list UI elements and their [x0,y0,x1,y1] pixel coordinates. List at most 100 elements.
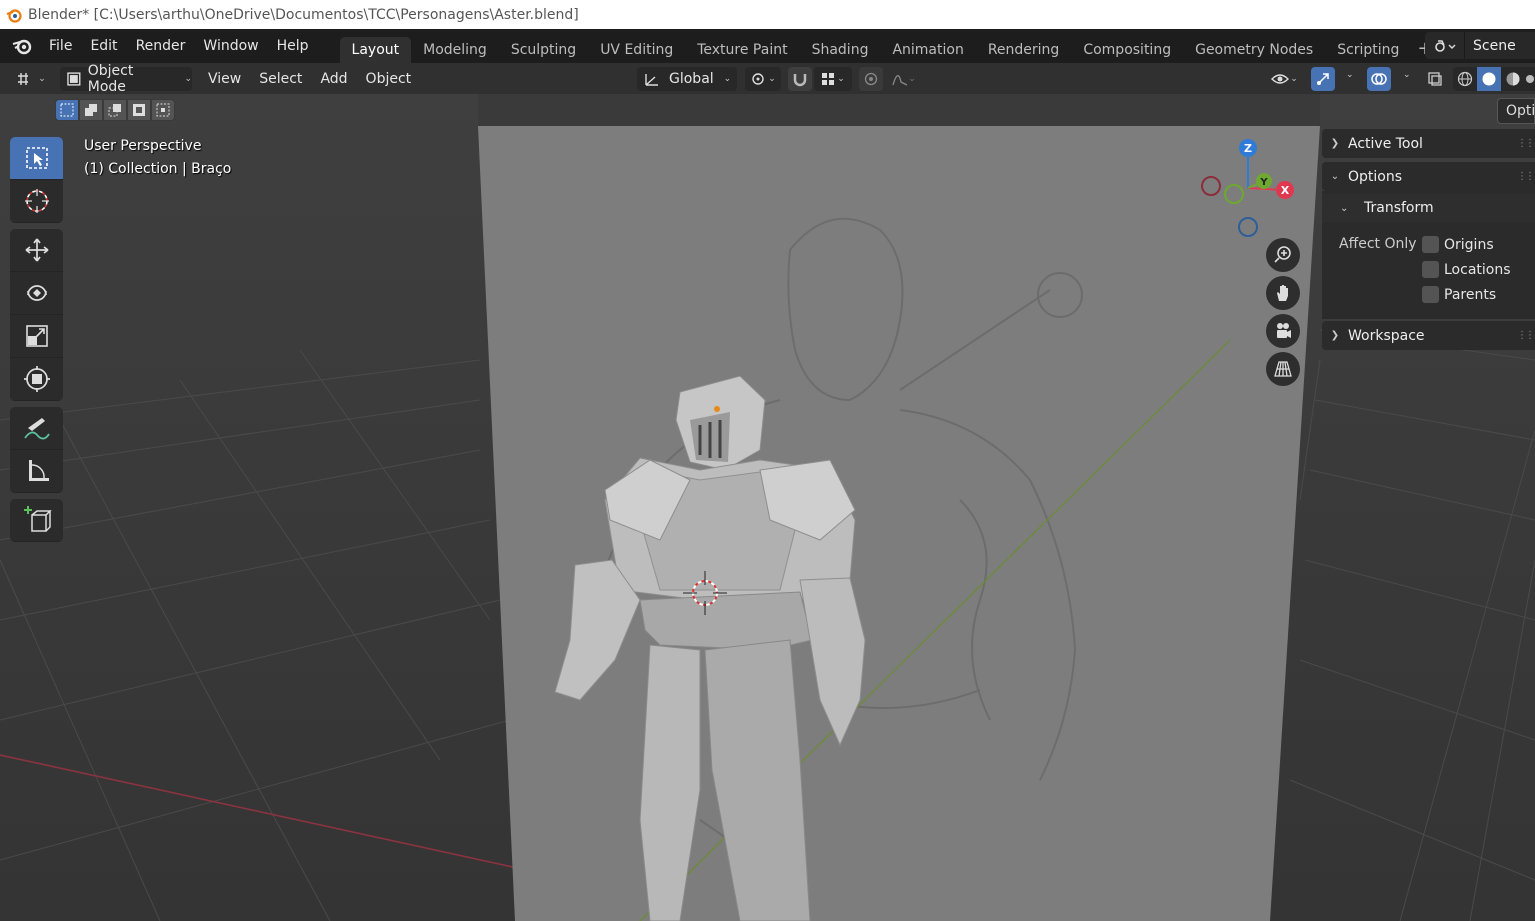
proportional-falloff-button[interactable]: ⌄ [885,67,923,91]
snap-toggle[interactable] [788,66,812,91]
menu-window[interactable]: Window [194,38,267,54]
move-tool[interactable] [10,229,63,272]
mode-dropdown[interactable]: Object Mode ⌄ [60,63,192,95]
overlay-dropdown-icon[interactable]: ⌄ [1403,70,1411,80]
add-cube-tool[interactable] [10,499,63,542]
editor-type-icon [18,72,29,85]
magnet-icon [793,73,807,86]
navigation-gizmo[interactable]: Z X Y [1196,134,1306,240]
object-mode-icon [67,71,81,86]
gizmo-z-label: Z [1244,142,1252,155]
tab-scripting[interactable]: Scripting [1325,37,1411,63]
proportional-edit-toggle[interactable] [859,66,883,91]
scale-tool[interactable] [10,315,63,358]
menu-render[interactable]: Render [127,38,195,54]
annotate-tool[interactable] [10,407,63,450]
blender-menu-icon[interactable] [10,36,34,56]
locations-checkbox-row[interactable]: Locations [1422,261,1511,278]
subpanel-transform-label: Transform [1364,200,1434,216]
tab-animation[interactable]: Animation [880,37,975,63]
selection-mode-buttons [55,99,175,121]
viewport-collection-label: (1) Collection | Braço [84,161,232,177]
tool-shelf [10,137,63,548]
rendered-shading-icon[interactable] [1525,71,1535,87]
blender-logo-icon [6,8,22,23]
menu-help[interactable]: Help [268,38,318,54]
tab-uv-editing[interactable]: UV Editing [588,37,685,63]
orientation-dropdown[interactable]: Global ⌄ [637,66,737,91]
locations-checkbox[interactable] [1422,261,1439,278]
snap-target-button[interactable]: ⌄ [814,66,852,91]
3d-viewport[interactable]: User Perspective (1) Collection | Braço … [0,94,1535,921]
measure-icon [28,460,49,481]
tab-geometry-nodes[interactable]: Geometry Nodes [1183,37,1325,63]
menu-object[interactable]: Object [358,71,420,87]
select-box-tool[interactable] [10,137,63,180]
material-shading-icon[interactable] [1501,71,1525,87]
tab-sculpting[interactable]: Sculpting [499,37,588,63]
proportional-icon [864,72,878,85]
scene-selector[interactable]: Scene [1425,32,1535,59]
chevron-right-icon: ❯ [1330,330,1340,341]
tab-modeling[interactable]: Modeling [411,37,499,63]
menu-view[interactable]: View [200,71,249,87]
tab-shading[interactable]: Shading [800,37,881,63]
top-bar: File Edit Render Window Help Layout Mode… [0,29,1535,63]
tab-rendering[interactable]: Rendering [976,37,1072,63]
cursor-tool[interactable] [10,180,63,223]
chevron-right-icon: ❯ [1330,138,1340,149]
measure-tool[interactable] [10,450,63,493]
drag-handle-icon[interactable]: ⋮⋮ [1517,138,1535,149]
wireframe-shading-icon[interactable] [1453,71,1477,87]
select-invert-icon[interactable] [127,99,151,121]
subpanel-transform[interactable]: ⌄ Transform [1322,194,1535,222]
panel-active-tool[interactable]: ❯ Active Tool ⋮⋮ [1322,129,1535,158]
menu-add[interactable]: Add [312,71,355,87]
editor-type-button[interactable]: ⌄ [12,67,50,91]
reference-image-plane[interactable] [478,126,1320,921]
menu-select[interactable]: Select [251,71,310,87]
rotate-tool[interactable] [10,272,63,315]
workspace-tabs: Layout Modeling Sculpting UV Editing Tex… [339,29,1433,63]
overlay-toggle[interactable] [1367,66,1391,91]
select-new-icon[interactable] [55,99,79,121]
camera-view-button[interactable] [1266,314,1300,348]
tab-layout[interactable]: Layout [339,37,412,63]
scale-icon [25,325,48,347]
select-intersect-icon[interactable] [151,99,175,121]
select-subtract-icon[interactable] [103,99,127,121]
panel-options[interactable]: ⌄ Options ⋮⋮ [1322,162,1535,191]
menu-file[interactable]: File [40,38,81,54]
locations-label: Locations [1444,261,1511,278]
visibility-button[interactable]: ⌄ [1264,67,1304,91]
perspective-toggle-button[interactable] [1266,352,1300,386]
zoom-button[interactable] [1266,238,1300,272]
chevron-down-icon: ⌄ [1340,202,1349,214]
scene-icon[interactable] [1425,32,1465,59]
tab-texture-paint[interactable]: Texture Paint [685,37,799,63]
solid-shading-icon[interactable] [1477,66,1501,91]
menu-edit[interactable]: Edit [81,38,126,54]
pan-button[interactable] [1266,276,1300,310]
parents-checkbox[interactable] [1422,286,1439,303]
gizmo-dropdown-icon[interactable]: ⌄ [1346,70,1354,80]
gizmo-toggle[interactable] [1311,66,1335,91]
transform-tool[interactable] [10,358,63,401]
xray-toggle[interactable] [1424,67,1446,91]
panel-workspace[interactable]: ❯ Workspace ⋮⋮ [1322,321,1535,350]
window-title: Blender* [C:\Users\arthu\OneDrive\Docume… [28,6,579,23]
pivot-point-button[interactable]: ⌄ [745,66,781,91]
parents-checkbox-row[interactable]: Parents [1422,286,1496,303]
origins-checkbox[interactable] [1422,236,1439,253]
eye-icon [1271,73,1290,84]
drag-handle-icon[interactable]: ⋮⋮ [1517,171,1535,182]
drag-handle-icon[interactable]: ⋮⋮ [1517,330,1535,341]
select-extend-icon[interactable] [79,99,103,121]
origins-checkbox-row[interactable]: Origins [1422,236,1494,253]
select-box-icon [25,147,48,169]
panel-active-tool-label: Active Tool [1348,135,1423,152]
tab-compositing[interactable]: Compositing [1071,37,1183,63]
snap-grid-icon [822,72,835,85]
sidebar-tab-options[interactable]: Options [1497,98,1535,124]
rotate-icon [26,285,47,301]
